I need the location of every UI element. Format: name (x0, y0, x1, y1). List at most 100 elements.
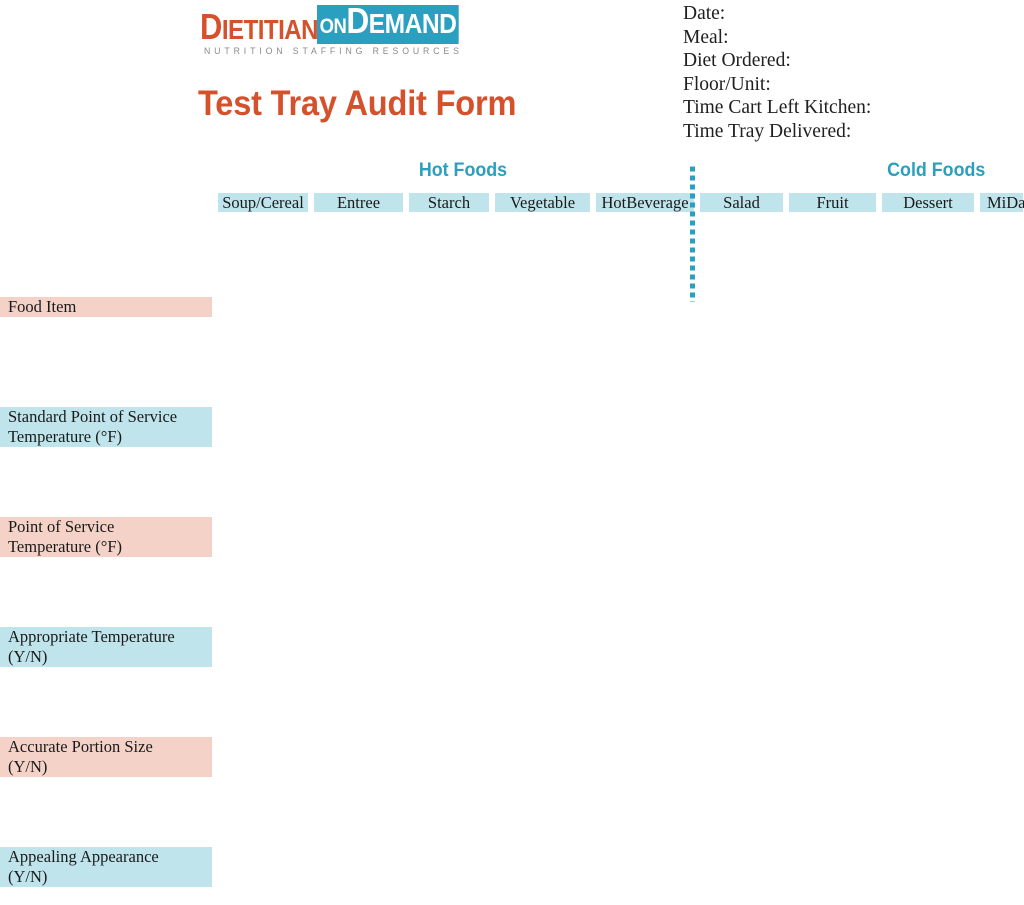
test-tray-audit-table: Soup/Cereal Entree Starch Vegetable Hot B… (0, 193, 1024, 905)
cell-standard-temp-soup-cereal[interactable] (218, 407, 314, 465)
table-header-row: Soup/Cereal Entree Starch Vegetable Hot B… (0, 193, 1024, 245)
cell-food-item-milk-dairy[interactable] (980, 297, 1024, 355)
cell-appearance-milk-dairy[interactable] (980, 847, 1024, 905)
meta-field-diet-ordered: Diet Ordered: (683, 50, 791, 71)
cell-portion-size-vegetable[interactable] (495, 737, 596, 795)
colhead-line1: Mi (987, 193, 1007, 212)
table-corner-cell (0, 193, 218, 245)
cell-food-item-soup-cereal[interactable] (218, 297, 314, 355)
cell-standard-temp-entree[interactable] (314, 407, 409, 465)
column-header-milk-dairy: Mi Da (980, 193, 1024, 245)
column-header-vegetable: Vegetable (495, 193, 596, 245)
row-label-standard-point-of-service-temperature: Standard Point of Service Temperature (°F… (0, 407, 218, 465)
cell-appropriate-temp-vegetable[interactable] (495, 627, 596, 685)
colhead-line1: Starch (427, 193, 471, 212)
cell-appearance-starch[interactable] (409, 847, 495, 905)
cell-food-item-salad[interactable] (700, 297, 789, 355)
cell-pos-temp-starch[interactable] (409, 517, 495, 575)
cell-appropriate-temp-hot-beverage[interactable] (596, 627, 700, 685)
cell-portion-size-fruit[interactable] (789, 737, 882, 795)
row-label-line2: Temperature (°F) (8, 537, 123, 556)
row-gap (0, 795, 1024, 847)
section-label-cold-foods: Cold Foods (887, 160, 986, 181)
cell-appearance-vegetable[interactable] (495, 847, 596, 905)
cell-pos-temp-vegetable[interactable] (495, 517, 596, 575)
row-gap (0, 685, 1024, 737)
column-header-entree: Entree (314, 193, 409, 245)
meta-field-time-tray-delivered: Time Tray Delivered: (683, 120, 852, 142)
cell-food-item-entree[interactable] (314, 297, 409, 355)
cell-appearance-dessert[interactable] (882, 847, 980, 905)
table-row: Appealing Appearance (Y/N) (0, 847, 1024, 905)
row-label-line1: Appropriate Temperature (8, 627, 175, 646)
colhead-line2: Da (1006, 193, 1024, 212)
cell-appropriate-temp-soup-cereal[interactable] (218, 627, 314, 685)
cell-appropriate-temp-milk-dairy[interactable] (980, 627, 1024, 685)
column-header-salad: Salad (700, 193, 789, 245)
cell-food-item-vegetable[interactable] (495, 297, 596, 355)
cell-food-item-dessert[interactable] (882, 297, 980, 355)
meta-field-floor-unit: Floor/Unit: (683, 73, 771, 95)
cell-standard-temp-starch[interactable] (409, 407, 495, 465)
cell-standard-temp-dessert[interactable] (882, 407, 980, 465)
logo-dietitians-text: DIETITIANS (200, 9, 334, 45)
row-gap (0, 575, 1024, 627)
row-gap (0, 245, 1024, 297)
cell-pos-temp-soup-cereal[interactable] (218, 517, 314, 575)
cell-appropriate-temp-starch[interactable] (409, 627, 495, 685)
cell-appearance-hot-beverage[interactable] (596, 847, 700, 905)
colhead-line2: Beverage (626, 193, 689, 212)
row-label-line1: Appealing Appearance (8, 847, 159, 866)
colhead-line1: Soup/ (222, 193, 261, 212)
cell-portion-size-hot-beverage[interactable] (596, 737, 700, 795)
row-label-line2: (Y/N) (8, 757, 48, 776)
cell-food-item-starch[interactable] (409, 297, 495, 355)
cell-portion-size-entree[interactable] (314, 737, 409, 795)
cell-portion-size-starch[interactable] (409, 737, 495, 795)
cell-portion-size-milk-dairy[interactable] (980, 737, 1024, 795)
cell-appropriate-temp-dessert[interactable] (882, 627, 980, 685)
logo-tagline: NUTRITION STAFFING RESOURCES (204, 46, 463, 56)
cell-appearance-salad[interactable] (700, 847, 789, 905)
cell-pos-temp-entree[interactable] (314, 517, 409, 575)
column-header-hot-beverage: Hot Beverage (596, 193, 700, 245)
column-header-starch: Starch (409, 193, 495, 245)
column-header-soup-cereal: Soup/Cereal (218, 193, 314, 245)
cell-pos-temp-dessert[interactable] (882, 517, 980, 575)
hot-cold-divider (690, 166, 695, 302)
cell-pos-temp-hot-beverage[interactable] (596, 517, 700, 575)
row-gap (0, 465, 1024, 517)
cell-portion-size-salad[interactable] (700, 737, 789, 795)
row-label-food-item: Food Item (0, 297, 218, 355)
cell-appropriate-temp-fruit[interactable] (789, 627, 882, 685)
cell-appearance-fruit[interactable] (789, 847, 882, 905)
brand-logo: DIETITIANS ONDEMAND NUTRITION STAFFING R… (200, 3, 463, 58)
logo-demand-rest: EMAND (369, 8, 457, 39)
cell-appearance-soup-cereal[interactable] (218, 847, 314, 905)
cell-portion-size-dessert[interactable] (882, 737, 980, 795)
table-row: Appropriate Temperature (Y/N) (0, 627, 1024, 685)
cell-portion-size-soup-cereal[interactable] (218, 737, 314, 795)
table-row: Point of Service Temperature (°F) (0, 517, 1024, 575)
colhead-line1: Salad (723, 193, 760, 212)
cell-appropriate-temp-salad[interactable] (700, 627, 789, 685)
cell-appropriate-temp-entree[interactable] (314, 627, 409, 685)
cell-pos-temp-salad[interactable] (700, 517, 789, 575)
logo-on-text: ON (319, 15, 347, 38)
cell-pos-temp-fruit[interactable] (789, 517, 882, 575)
cell-standard-temp-hot-beverage[interactable] (596, 407, 700, 465)
page-title: Test Tray Audit Form (198, 84, 517, 123)
colhead-line1: Entree (336, 193, 381, 212)
cell-standard-temp-milk-dairy[interactable] (980, 407, 1024, 465)
cell-food-item-hot-beverage[interactable] (596, 297, 700, 355)
table-row: Standard Point of Service Temperature (°F… (0, 407, 1024, 465)
row-label-line1: Food Item (8, 297, 77, 316)
cell-food-item-fruit[interactable] (789, 297, 882, 355)
cell-appearance-entree[interactable] (314, 847, 409, 905)
cell-standard-temp-salad[interactable] (700, 407, 789, 465)
cell-pos-temp-milk-dairy[interactable] (980, 517, 1024, 575)
row-label-line1: Standard Point of Service (8, 407, 178, 426)
row-label-appealing-appearance: Appealing Appearance (Y/N) (0, 847, 218, 905)
cell-standard-temp-fruit[interactable] (789, 407, 882, 465)
cell-standard-temp-vegetable[interactable] (495, 407, 596, 465)
